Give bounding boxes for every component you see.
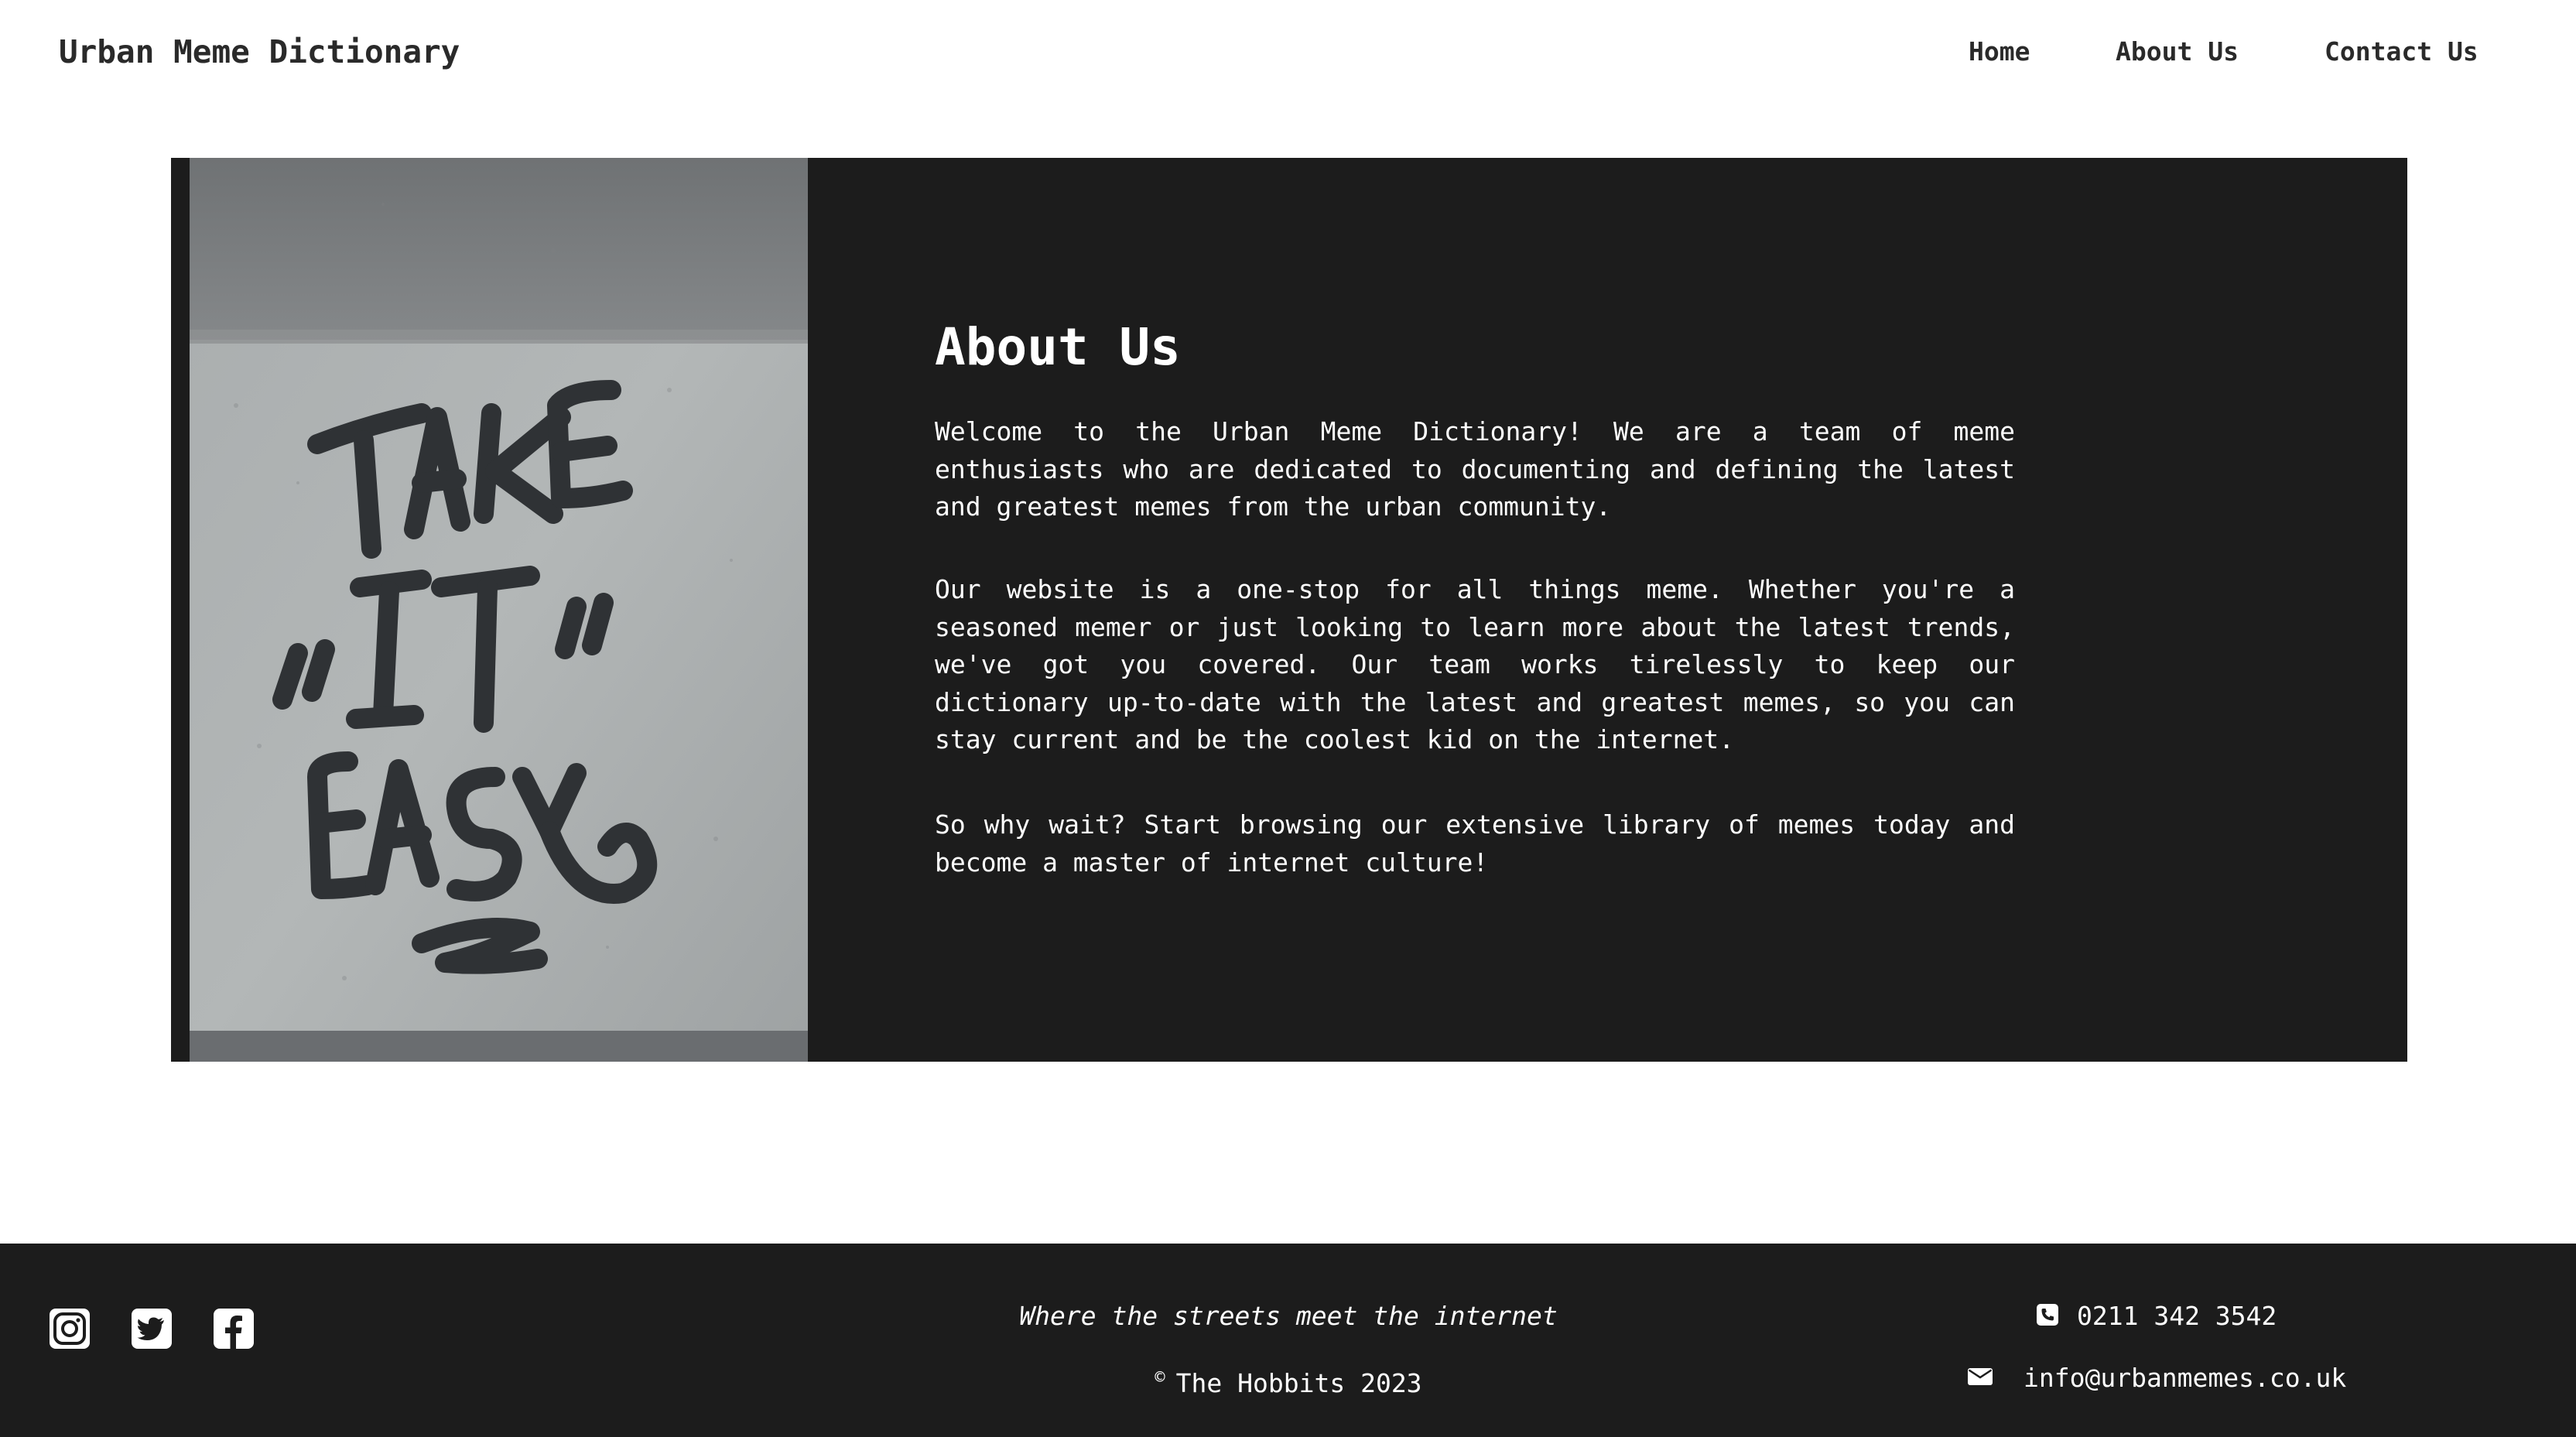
nav-about-us[interactable]: About Us	[2116, 33, 2239, 71]
about-paragraph-3: So why wait? Start browsing our extensiv…	[935, 809, 2015, 878]
email-address[interactable]: info@urbanmemes.co.uk	[2024, 1363, 2346, 1393]
about-title: About Us	[935, 317, 1181, 377]
graffiti-photo	[190, 158, 808, 1062]
phone-number: 0211 342 3542	[2077, 1301, 2277, 1331]
envelope-icon	[1968, 1367, 1993, 1387]
nav-home[interactable]: Home	[1969, 33, 2030, 71]
copyright-symbol: ©	[1155, 1368, 1165, 1387]
about-paragraph-2: Our website is a one-stop for all things…	[935, 574, 2015, 754]
twitter-icon[interactable]	[130, 1307, 173, 1350]
footer-phone: 0211 342 3542	[2037, 1298, 2277, 1335]
copyright-text: The Hobbits 2023	[1175, 1368, 1422, 1398]
site-header: Urban Meme Dictionary Home About Us Cont…	[0, 0, 2576, 104]
site-footer: Where the streets meet the internet © The…	[0, 1244, 2576, 1437]
site-logo[interactable]: Urban Meme Dictionary	[59, 29, 460, 74]
facebook-icon[interactable]	[212, 1307, 255, 1350]
footer-email[interactable]: info@urbanmemes.co.uk	[1968, 1360, 2346, 1397]
footer-tagline: Where the streets meet the internet	[1019, 1301, 1558, 1331]
nav-contact-us[interactable]: Contact Us	[2325, 33, 2479, 71]
about-section: About Us Welcome to the Urban Meme Dicti…	[171, 158, 2407, 1062]
instagram-icon[interactable]	[48, 1307, 91, 1350]
phone-icon	[2037, 1303, 2058, 1326]
footer-copyright: © The Hobbits 2023	[774, 1360, 1803, 1402]
about-paragraph-1: Welcome to the Urban Meme Dictionary! We…	[935, 416, 2015, 522]
